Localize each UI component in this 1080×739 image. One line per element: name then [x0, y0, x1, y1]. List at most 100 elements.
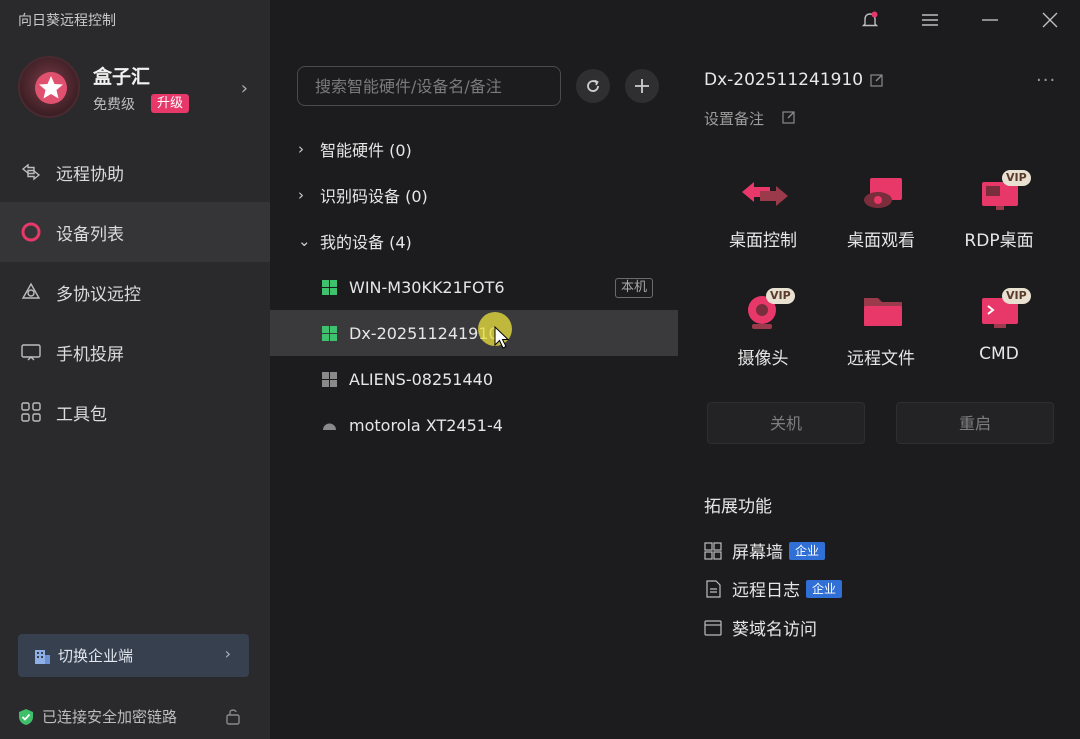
sidebar-item-toolkit[interactable]: 工具包 — [0, 382, 270, 442]
device-name: ALIENS-08251440 — [349, 369, 494, 389]
group-label: 我的设备 (4) — [320, 233, 412, 252]
upgrade-badge[interactable]: 升级 — [151, 94, 190, 113]
window-controls — [840, 0, 1080, 40]
ext-item-label: 屏幕墙 — [732, 543, 783, 563]
sidebar-item-label: 设备列表 — [56, 224, 124, 245]
device-title: Dx-202511241910 — [704, 70, 864, 90]
group-label: 识别码设备 (0) — [320, 187, 428, 206]
android-icon — [323, 423, 336, 430]
refresh-icon — [587, 79, 599, 92]
group-id-devices[interactable]: › 识别码设备 (0) — [270, 172, 678, 218]
edit-icon[interactable] — [782, 110, 796, 124]
rdp-desktop-button[interactable]: VIP RDP桌面 — [944, 166, 1054, 266]
sidebar-nav: 远程协助 设备列表 多协议远控 手机投屏 工具包 — [0, 142, 270, 442]
function-label: 远程文件 — [847, 349, 915, 369]
sidebar-item-label: 工具包 — [56, 404, 107, 425]
sidebar-item-label: 手机投屏 — [56, 344, 124, 365]
device-row-motorola-xt2451-4[interactable]: motorola XT2451-4 — [270, 402, 678, 448]
desktop-control-button[interactable]: 桌面控制 — [708, 166, 818, 266]
restart-button[interactable]: 重启 — [896, 402, 1054, 444]
chevron-right-icon: › — [240, 78, 248, 99]
menu-button[interactable] — [900, 0, 960, 40]
ext-item-domain-access[interactable]: 葵域名访问 — [704, 615, 817, 640]
vip-badge: VIP — [1002, 288, 1031, 304]
secure-status: 已连接安全加密链路 — [18, 706, 177, 727]
remote-assist-icon — [21, 163, 41, 181]
secure-status-label: 已连接安全加密链路 — [42, 708, 178, 726]
remote-file-icon — [864, 298, 902, 326]
device-name: Dx-202511241910 — [349, 323, 499, 343]
app-title: 向日葵远程控制 — [18, 13, 116, 29]
bell-icon — [861, 11, 879, 27]
desktop-view-icon — [864, 178, 902, 208]
minimize-icon — [982, 19, 998, 21]
device-name: WIN-M30KK21FOT6 — [349, 277, 505, 297]
chevron-right-icon: › — [298, 186, 304, 204]
remark-label: 设置备注 — [704, 110, 765, 128]
profile-name: 盒子汇 — [93, 66, 151, 88]
toolkit-icon — [21, 402, 41, 422]
function-label: RDP桌面 — [964, 231, 1034, 251]
star-icon — [35, 72, 67, 104]
cmd-button[interactable]: VIP CMD — [944, 284, 1054, 384]
ext-item-label: 远程日志 — [732, 581, 800, 601]
ext-item-screen-wall[interactable]: 屏幕墙 企业 — [704, 538, 826, 563]
windows-icon — [322, 325, 337, 341]
set-remark-link[interactable]: 设置备注 — [704, 108, 764, 129]
search-box[interactable] — [297, 66, 561, 106]
switch-enterprise-button[interactable]: 切换企业端 › — [18, 634, 249, 677]
sidebar-item-phone-cast[interactable]: 手机投屏 — [0, 322, 270, 382]
multi-protocol-icon — [21, 282, 41, 299]
minimize-button[interactable] — [960, 0, 1020, 40]
function-label: CMD — [979, 344, 1019, 364]
screen-wall-icon — [704, 541, 722, 560]
shield-check-icon — [19, 708, 33, 725]
mouse-cursor-icon — [494, 326, 510, 349]
profile-card[interactable]: 盒子汇 免费级 升级 › — [18, 56, 258, 120]
sidebar-item-remote-assist[interactable]: 远程协助 — [0, 142, 270, 202]
edit-icon[interactable] — [870, 73, 884, 87]
device-row-aliens-08251440[interactable]: ALIENS-08251440 — [270, 356, 678, 402]
close-icon — [1042, 12, 1058, 28]
sidebar-item-label: 远程协助 — [56, 164, 124, 185]
local-device-tag: 本机 — [615, 278, 654, 298]
enterprise-badge: 企业 — [789, 541, 826, 560]
document-icon — [706, 579, 721, 598]
device-detail-panel: Dx-202511241910 ··· 设置备注 桌面控制 桌面观看 VIP R… — [678, 0, 1080, 739]
chevron-right-icon: › — [224, 644, 231, 663]
ext-item-remote-log[interactable]: 远程日志 企业 — [704, 576, 843, 601]
building-icon — [35, 649, 50, 664]
search-input[interactable] — [315, 76, 545, 96]
add-device-button[interactable] — [625, 69, 659, 103]
hamburger-icon — [922, 14, 938, 26]
vip-badge: VIP — [1002, 170, 1031, 186]
shutdown-button[interactable]: 关机 — [707, 402, 865, 444]
vip-badge: VIP — [766, 288, 795, 304]
sidebar: 向日葵远程控制 盒子汇 免费级 升级 › 远程协助 设备列表 多协议远控 手机投… — [0, 0, 270, 739]
extensions-title: 拓展功能 — [704, 497, 772, 517]
more-icon[interactable]: ··· — [1036, 70, 1056, 91]
plus-icon — [635, 79, 649, 93]
sidebar-item-device-list[interactable]: 设备列表 — [0, 202, 270, 262]
refresh-button[interactable] — [576, 69, 610, 103]
group-label: 智能硬件 (0) — [320, 141, 412, 160]
device-list-icon — [21, 222, 41, 242]
sidebar-item-multi-protocol[interactable]: 多协议远控 — [0, 262, 270, 322]
enterprise-badge: 企业 — [806, 579, 843, 598]
desktop-view-button[interactable]: 桌面观看 — [826, 166, 936, 266]
group-my-devices[interactable]: ⌄ 我的设备 (4) — [270, 218, 678, 264]
windows-icon — [322, 371, 337, 387]
camera-button[interactable]: VIP 摄像头 — [708, 284, 818, 384]
group-smart-hardware[interactable]: › 智能硬件 (0) — [270, 126, 678, 172]
device-row-dx-202511241910[interactable]: Dx-202511241910 — [270, 310, 678, 356]
remote-file-button[interactable]: 远程文件 — [826, 284, 936, 384]
device-row-win-m30kk21fot6[interactable]: WIN-M30KK21FOT6 本机 — [270, 264, 678, 310]
notification-button[interactable] — [840, 0, 900, 40]
lock-icon[interactable] — [225, 707, 241, 725]
close-button[interactable] — [1020, 0, 1080, 40]
desktop-control-icon — [742, 182, 788, 206]
app-window: 向日葵远程控制 盒子汇 免费级 升级 › 远程协助 设备列表 多协议远控 手机投… — [0, 0, 1080, 739]
switch-enterprise-label: 切换企业端 — [58, 647, 134, 665]
function-label: 摄像头 — [737, 349, 789, 369]
function-label: 桌面观看 — [847, 231, 915, 251]
